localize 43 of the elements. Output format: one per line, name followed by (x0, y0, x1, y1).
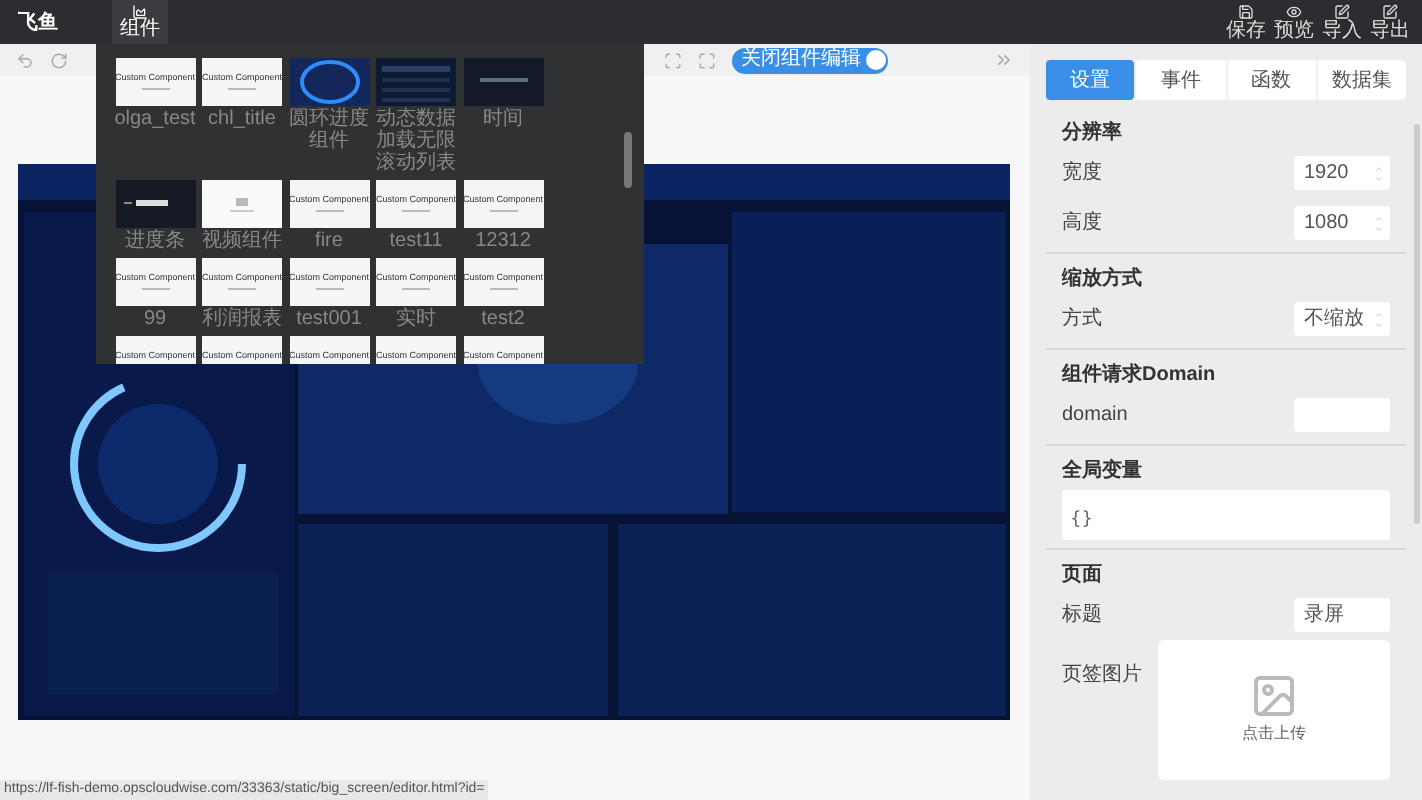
app-title: 飞鱼 (18, 9, 58, 37)
redo-icon[interactable] (50, 51, 68, 69)
pen-square-icon (1382, 3, 1398, 19)
section-title: 全局变量 (1062, 456, 1142, 485)
section-title: 分辨率 (1062, 118, 1122, 147)
save-icon (1238, 3, 1254, 19)
field-label: 方式 (1062, 305, 1102, 334)
chart-icon (132, 4, 148, 20)
section-title: 页面 (1062, 561, 1102, 589)
toolbar-button[interactable]: 保存 (1226, 0, 1266, 44)
field-label: 标题 (1062, 601, 1102, 630)
upload-box[interactable]: 点击上传 (1158, 640, 1390, 780)
toolbar-button[interactable]: 预览 (1274, 0, 1314, 44)
input-field[interactable]: 录屏 (1294, 598, 1390, 632)
eye-icon (1286, 3, 1302, 19)
field-label: 高度 (1062, 209, 1102, 238)
pen-square-icon (1334, 3, 1350, 19)
number-field[interactable]: 1920 (1294, 156, 1390, 190)
undo-icon[interactable] (16, 51, 34, 69)
collapse-icon[interactable] (994, 50, 1014, 70)
stepper-icon (1374, 213, 1384, 233)
panel-tab[interactable]: 函数 (1225, 60, 1316, 100)
section-title: 组件请求Domain (1062, 361, 1216, 389)
field-label: 宽度 (1062, 159, 1102, 188)
scan-icon[interactable] (664, 51, 682, 69)
toolbar-button[interactable]: 导出 (1370, 0, 1410, 44)
nav-tab[interactable]: 组件 (112, 0, 168, 44)
text-area[interactable]: {} (1062, 490, 1390, 540)
fullscreen-icon[interactable] (698, 51, 716, 69)
image-icon (1250, 672, 1298, 720)
component-item[interactable]: 动态数据加载无限滚动列表 (373, 58, 459, 174)
panel-tab[interactable]: 事件 (1134, 60, 1225, 100)
number-field[interactable]: 1080 (1294, 206, 1390, 240)
section-title: 缩放方式 (1062, 264, 1142, 293)
stepper-icon (1374, 163, 1384, 183)
component-item[interactable]: 时间 (460, 58, 546, 174)
select-field[interactable]: 不缩放 (1294, 302, 1390, 336)
panel-tab[interactable]: 数据集 (1315, 60, 1406, 100)
field-label: 页签图片 (1062, 664, 1142, 686)
component-item[interactable]: 圆环进度组件 (286, 58, 372, 174)
field-label: domain (1062, 402, 1128, 430)
stepper-icon (1374, 309, 1384, 329)
toolbar-button[interactable]: 导入 (1322, 0, 1362, 44)
